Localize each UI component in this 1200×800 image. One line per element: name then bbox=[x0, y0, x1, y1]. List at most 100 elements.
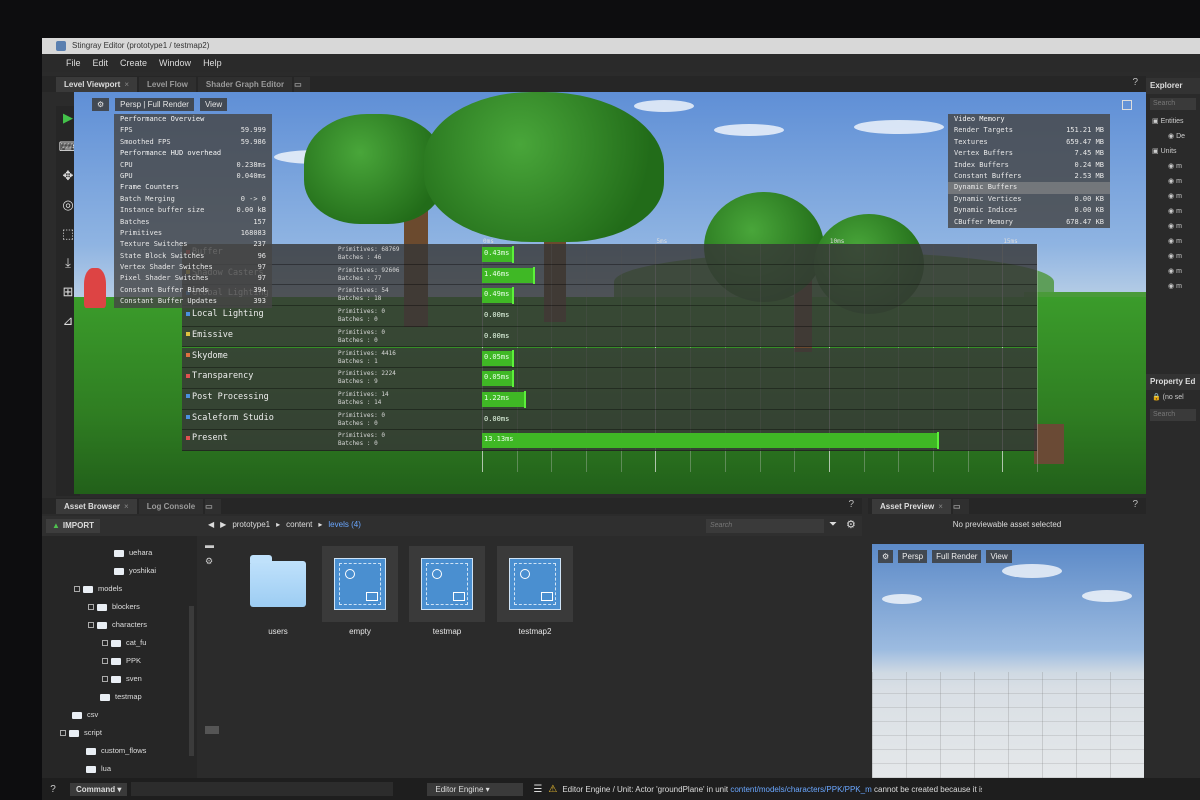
tree-item[interactable]: characters bbox=[88, 616, 147, 634]
preview-render-button[interactable]: Full Render bbox=[932, 550, 982, 563]
tab-asset-preview[interactable]: Asset Preview × bbox=[872, 499, 951, 514]
tree-item[interactable]: yoshikai bbox=[102, 562, 156, 580]
tab-explorer[interactable]: Explorer bbox=[1146, 78, 1200, 94]
tree-item[interactable]: csv bbox=[60, 706, 98, 724]
forward-arrow-icon[interactable]: ▶ bbox=[220, 520, 226, 529]
folder-view-icon[interactable]: ▬ bbox=[205, 540, 221, 556]
viewport-help-icon[interactable]: ? bbox=[1132, 77, 1138, 88]
preview-view-button[interactable]: View bbox=[986, 550, 1012, 563]
tree-item[interactable]: testmap bbox=[88, 688, 142, 706]
explorer-item[interactable]: ◉ m bbox=[1146, 174, 1200, 189]
new-tab-button[interactable]: ▭ bbox=[205, 499, 222, 514]
back-arrow-icon[interactable]: ◀ bbox=[208, 520, 214, 529]
profiler-pass-name: Skydome bbox=[186, 351, 228, 361]
asset-thumbnail-users[interactable]: users bbox=[240, 546, 316, 642]
asset-browser-help-icon[interactable]: ? bbox=[848, 499, 854, 510]
gear-icon[interactable]: ⚙ bbox=[92, 98, 110, 111]
asset-thumbnail-testmap[interactable]: testmap bbox=[409, 546, 485, 642]
explorer-item[interactable]: ◉ De bbox=[1146, 129, 1200, 144]
tree-item[interactable]: uehara bbox=[102, 544, 152, 562]
view-menu-button[interactable]: View bbox=[199, 98, 228, 111]
explorer-item[interactable]: ▣ Units bbox=[1146, 144, 1200, 159]
primitives-label: Primitives: bbox=[338, 328, 378, 336]
preview-camera-button[interactable]: Persp bbox=[898, 550, 928, 563]
tree-item[interactable]: PPK bbox=[102, 652, 141, 670]
camera-mode-button[interactable]: Persp | Full Render bbox=[115, 98, 194, 111]
tree-item[interactable]: script bbox=[60, 724, 102, 742]
explorer-item[interactable]: ◉ m bbox=[1146, 189, 1200, 204]
tab-property-editor[interactable]: Property Ed bbox=[1146, 374, 1200, 390]
tree-expander-icon[interactable] bbox=[102, 640, 108, 647]
property-search-input[interactable]: Search bbox=[1150, 409, 1196, 421]
tree-expander-icon[interactable] bbox=[102, 676, 108, 683]
tree-expander-icon[interactable] bbox=[60, 730, 66, 737]
lock-icon[interactable]: 🔒 bbox=[1152, 394, 1161, 401]
tab-level-viewport[interactable]: Level Viewport × bbox=[56, 77, 137, 92]
tree-item[interactable]: cat_fu bbox=[102, 634, 146, 652]
tree-item[interactable]: custom_flows bbox=[74, 742, 146, 760]
command-input[interactable] bbox=[131, 782, 394, 796]
menu-file[interactable]: File bbox=[66, 58, 81, 68]
breadcrumb-levels[interactable]: levels (4) bbox=[328, 520, 360, 529]
level-viewport[interactable]: ⚙ Persp | Full Render View Performance O… bbox=[74, 92, 1146, 494]
preview-viewport[interactable]: ⚙ Persp Full Render View bbox=[872, 544, 1144, 778]
tab-shader-graph-editor[interactable]: Shader Graph Editor bbox=[197, 77, 293, 92]
hud-row: Index Buffers 0.24 MB bbox=[948, 160, 1110, 171]
explorer-item[interactable]: ◉ m bbox=[1146, 264, 1200, 279]
filter-icon[interactable]: ⏷ bbox=[829, 519, 837, 530]
tree-item[interactable]: blockers bbox=[88, 598, 140, 616]
new-tab-button[interactable]: ▭ bbox=[294, 77, 311, 92]
menu-help[interactable]: Help bbox=[203, 58, 222, 68]
gear-icon[interactable]: ⚙ bbox=[846, 518, 856, 531]
close-icon[interactable]: × bbox=[124, 502, 129, 511]
tree-item[interactable]: models bbox=[74, 580, 122, 598]
explorer-item[interactable]: ◉ m bbox=[1146, 204, 1200, 219]
menu-window[interactable]: Window bbox=[159, 58, 191, 68]
explorer-search-input[interactable]: Search bbox=[1150, 98, 1196, 110]
tree-scrollbar[interactable] bbox=[189, 606, 194, 756]
asset-thumbnail-testmap2[interactable]: testmap2 bbox=[497, 546, 573, 642]
tree-expander-icon[interactable] bbox=[88, 622, 94, 629]
tree-expander-icon[interactable] bbox=[74, 586, 80, 593]
batches-stat: Batches : 9 bbox=[338, 378, 396, 386]
command-dropdown[interactable]: Command ▾ bbox=[70, 782, 128, 796]
log-list-icon[interactable]: ☰ bbox=[533, 784, 542, 795]
explorer-item[interactable]: ◉ m bbox=[1146, 159, 1200, 174]
breadcrumb-prototype1[interactable]: prototype1 bbox=[232, 520, 270, 529]
unit-view-icon[interactable]: ⚙ bbox=[205, 556, 221, 572]
help-icon[interactable]: ? bbox=[42, 784, 64, 795]
new-tab-button[interactable]: ▭ bbox=[952, 499, 969, 514]
explorer-item[interactable]: ▣ Entities bbox=[1146, 114, 1200, 129]
gear-icon[interactable]: ⚙ bbox=[878, 550, 894, 563]
breadcrumb-content[interactable]: content bbox=[286, 520, 312, 529]
profiler-time-label: 0.00ms bbox=[484, 414, 510, 423]
tab-log-console[interactable]: Log Console bbox=[138, 499, 204, 514]
preview-help-icon[interactable]: ? bbox=[1132, 499, 1138, 510]
status-message-link[interactable]: content/models/characters/PPK/PPK_m bbox=[730, 785, 871, 794]
import-button[interactable]: ▲ IMPORT bbox=[46, 519, 101, 533]
explorer-item[interactable]: ◉ m bbox=[1146, 219, 1200, 234]
maximize-icon[interactable] bbox=[1122, 100, 1132, 110]
close-icon[interactable]: × bbox=[938, 502, 943, 511]
asset-folder-tree: uehara yoshikai models blockers characters ca… bbox=[42, 536, 197, 778]
menu-edit[interactable]: Edit bbox=[93, 58, 109, 68]
tree-expander-icon[interactable] bbox=[102, 658, 108, 665]
status-bar: ? Command ▾ Editor Engine ▾ ☰ ⚠ Editor E… bbox=[42, 778, 1200, 800]
tab-label: Log Console bbox=[146, 502, 196, 511]
asset-search-input[interactable]: Search bbox=[706, 519, 824, 533]
profiler-pass-name: Emissive bbox=[186, 330, 233, 340]
tab-level-flow[interactable]: Level Flow bbox=[139, 77, 196, 92]
tree-item[interactable]: lua bbox=[74, 760, 111, 778]
hud-row: Performance Overview bbox=[114, 114, 272, 125]
explorer-item[interactable]: ◉ m bbox=[1146, 234, 1200, 249]
tab-asset-browser[interactable]: Asset Browser × bbox=[56, 499, 137, 514]
explorer-item[interactable]: ◉ m bbox=[1146, 279, 1200, 294]
engine-dropdown[interactable]: Editor Engine ▾ bbox=[427, 782, 524, 796]
tree-expander-icon[interactable] bbox=[88, 604, 94, 611]
menu-create[interactable]: Create bbox=[120, 58, 147, 68]
tree-item[interactable]: sven bbox=[102, 670, 142, 688]
explorer-item[interactable]: ◉ m bbox=[1146, 249, 1200, 264]
close-icon[interactable]: × bbox=[124, 80, 129, 89]
asset-thumbnail-empty[interactable]: empty bbox=[322, 546, 398, 642]
thumbnail-scrollbar[interactable] bbox=[205, 726, 219, 734]
